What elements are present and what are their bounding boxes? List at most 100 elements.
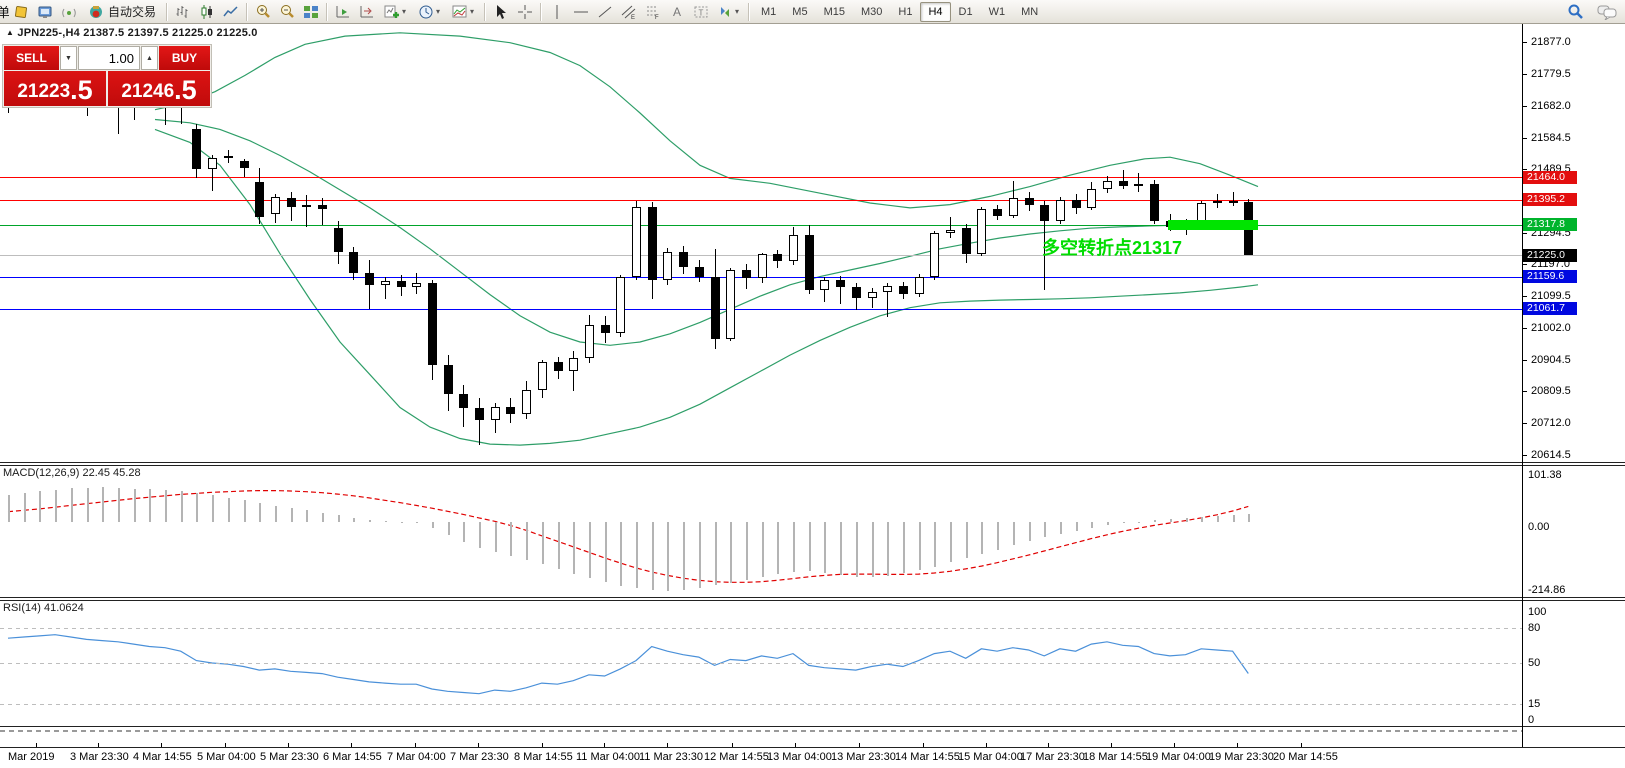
sell-button[interactable]: SELL: [4, 46, 59, 70]
candles-chart-icon[interactable]: [195, 1, 219, 22]
autotrade-button[interactable]: 自动交易: [81, 1, 163, 22]
rsi-level-line: [0, 628, 1522, 629]
macd-histogram-bar: [558, 522, 560, 569]
candle-body: [1009, 198, 1018, 216]
timeframe-button-m15[interactable]: M15: [816, 2, 853, 22]
time-axis-tick: [1174, 743, 1175, 747]
time-axis-label: 19 Mar 04:00: [1146, 751, 1211, 763]
timeframe-button-mn[interactable]: MN: [1013, 2, 1046, 22]
price-level-label: 21159.6: [1523, 270, 1577, 283]
candle-body: [585, 325, 594, 358]
volume-decrease-button[interactable]: ▼: [60, 46, 77, 70]
chevron-down-icon: ▾: [468, 7, 477, 16]
zoom-out-icon[interactable]: [275, 1, 299, 22]
shapes-icon[interactable]: ▾: [713, 1, 745, 22]
pane-separator[interactable]: [0, 600, 1625, 601]
candle-body: [695, 267, 704, 277]
timeframe-button-m30[interactable]: M30: [853, 2, 890, 22]
trendline-icon[interactable]: [593, 1, 617, 22]
menu-label[interactable]: 单: [0, 2, 9, 21]
terminal-icon[interactable]: [33, 1, 57, 22]
candle-body: [569, 358, 578, 371]
timeframe-button-h4[interactable]: H4: [920, 2, 950, 22]
macd-histogram-bar: [887, 522, 889, 576]
period-icon[interactable]: ▾: [413, 1, 447, 22]
volume-increase-button[interactable]: ▲: [141, 46, 158, 70]
channel-icon[interactable]: E: [617, 1, 641, 22]
chart-forward-icon[interactable]: [331, 1, 355, 22]
macd-histogram-bar: [181, 491, 183, 522]
price-level-line[interactable]: [0, 309, 1522, 310]
candle-body: [742, 270, 751, 278]
time-axis-label: 12 Mar 14:55: [704, 751, 769, 763]
macd-histogram-bar: [1076, 522, 1078, 531]
search-icon[interactable]: [1563, 1, 1587, 22]
price-axis-line: [1522, 24, 1523, 747]
time-axis-tick: [161, 743, 162, 747]
price-level-line[interactable]: [0, 177, 1522, 178]
bars-chart-icon[interactable]: [171, 1, 195, 22]
timeframe-button-d1[interactable]: D1: [951, 2, 981, 22]
chart-shift-icon[interactable]: [355, 1, 379, 22]
chart-ohlc-header: ▲ JPN225-,H4 21387.5 21397.5 21225.0 212…: [6, 27, 258, 39]
sell-price-button[interactable]: 21223.5: [4, 71, 106, 106]
timeframe-button-m1[interactable]: M1: [753, 2, 784, 22]
timeframe-button-w1[interactable]: W1: [981, 2, 1014, 22]
pane-separator[interactable]: [0, 462, 1625, 463]
candle-body: [491, 407, 500, 421]
buy-button[interactable]: BUY: [159, 46, 210, 70]
macd-histogram-bar: [448, 522, 450, 535]
indicators-icon[interactable]: ▾: [447, 1, 481, 22]
separator: [166, 3, 168, 21]
macd-histogram-bar: [1091, 522, 1093, 528]
macd-histogram-bar: [872, 522, 874, 577]
timeframe-button-m5[interactable]: M5: [784, 2, 815, 22]
candle-body: [522, 390, 531, 414]
time-axis-label: 4 Mar 14:55: [133, 751, 192, 763]
volume-input[interactable]: 1.00: [78, 46, 140, 70]
hline-icon[interactable]: [569, 1, 593, 22]
price-tick-label: 21584.5: [1531, 132, 1571, 144]
candle-body: [1150, 184, 1159, 221]
price-tick: [1522, 169, 1527, 170]
price-level-line[interactable]: [0, 225, 1522, 226]
macd-scale-label: 101.38: [1528, 469, 1562, 481]
timeframe-button-h1[interactable]: H1: [890, 2, 920, 22]
macd-histogram-bar: [699, 522, 701, 588]
chart-annotation-text: 多空转折点21317: [1042, 234, 1182, 260]
chat-icon[interactable]: [1595, 1, 1619, 22]
zoom-in-icon[interactable]: [251, 1, 275, 22]
buy-price-button[interactable]: 21246.5: [108, 71, 210, 106]
buy-price-frac: .5: [174, 77, 197, 104]
time-axis-tick: [415, 743, 416, 747]
pane-separator[interactable]: [0, 597, 1625, 598]
svg-text:F: F: [655, 15, 659, 20]
candle-body: [208, 158, 217, 170]
macd-histogram-bar: [730, 522, 732, 583]
time-axis-label: 3 Mar 23:30: [70, 751, 129, 763]
candle-body: [899, 286, 908, 293]
cursor-icon[interactable]: [489, 1, 513, 22]
new-order-icon[interactable]: [9, 1, 33, 22]
candle-wick: [306, 195, 307, 228]
tile-windows-icon[interactable]: [299, 1, 323, 22]
time-axis-label: 20 Mar 14:55: [1273, 751, 1338, 763]
signal-icon[interactable]: [57, 1, 81, 22]
vline-icon[interactable]: [545, 1, 569, 22]
label-icon[interactable]: T: [689, 1, 713, 22]
pane-separator[interactable]: [0, 465, 1625, 466]
rsi-level-line: [0, 704, 1522, 705]
price-level-label: 21061.7: [1523, 302, 1577, 315]
line-chart-icon[interactable]: [219, 1, 243, 22]
fibonacci-icon[interactable]: F: [641, 1, 665, 22]
scroll-dash-track[interactable]: [0, 730, 1522, 733]
crosshair-icon[interactable]: [513, 1, 537, 22]
text-icon[interactable]: A: [665, 1, 689, 22]
new-chart-icon[interactable]: ▾: [379, 1, 413, 22]
chevron-down-icon: ▾: [434, 7, 443, 16]
toolbar: 单 自动交易: [0, 0, 1625, 24]
macd-histogram-bar: [1060, 522, 1062, 534]
price-level-line[interactable]: [0, 200, 1522, 201]
candle-body: [601, 325, 610, 333]
macd-histogram-bar: [87, 488, 89, 523]
